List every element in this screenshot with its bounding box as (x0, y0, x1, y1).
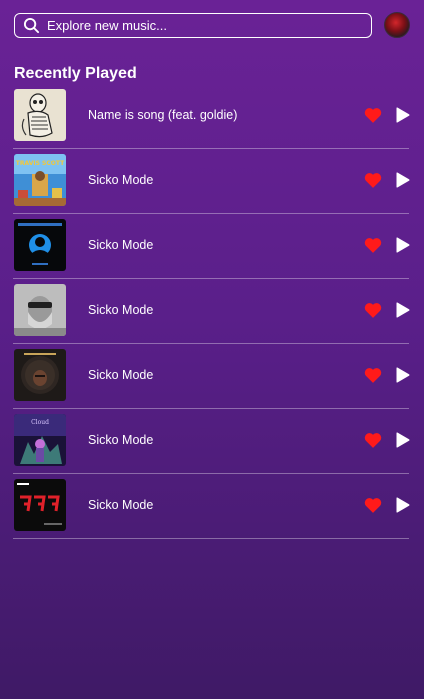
recently-played-list: Name is song (feat. goldie) TRAVIS SCOTT… (13, 84, 410, 539)
track-row[interactable]: TRAVIS SCOTT Sicko Mode (13, 149, 410, 214)
track-row[interactable]: Sicko Mode (13, 279, 410, 344)
heart-icon[interactable] (364, 432, 382, 448)
track-row[interactable]: Cloud Sicko Mode (13, 409, 410, 474)
heart-icon[interactable] (364, 237, 382, 253)
album-cover (14, 89, 66, 141)
track-title: Sicko Mode (88, 238, 154, 252)
track-title: Sicko Mode (88, 173, 154, 187)
track-title: Sicko Mode (88, 433, 154, 447)
album-cover (14, 284, 66, 336)
play-icon[interactable] (395, 172, 410, 188)
heart-icon[interactable] (364, 497, 382, 513)
svg-text:Cloud: Cloud (31, 419, 49, 426)
svg-text:TRAVIS SCOTT: TRAVIS SCOTT (16, 160, 65, 167)
section-title: Recently Played (14, 65, 137, 82)
heart-icon[interactable] (364, 172, 382, 188)
user-avatar[interactable] (384, 12, 410, 38)
track-row[interactable]: Sicko Mode (13, 214, 410, 279)
track-row[interactable]: Sicko Mode (13, 344, 410, 409)
heart-icon[interactable] (364, 302, 382, 318)
track-title: Sicko Mode (88, 498, 154, 512)
play-icon[interactable] (395, 367, 410, 383)
track-title: Sicko Mode (88, 368, 154, 382)
album-cover (14, 349, 66, 401)
track-row[interactable]: Name is song (feat. goldie) (13, 84, 410, 149)
album-cover: Cloud (14, 414, 66, 466)
search-input[interactable] (47, 18, 347, 33)
play-icon[interactable] (395, 237, 410, 253)
heart-icon[interactable] (364, 367, 382, 383)
play-icon[interactable] (395, 302, 410, 318)
track-title: Name is song (feat. goldie) (88, 108, 238, 122)
album-cover: TRAVIS SCOTT (14, 154, 66, 206)
top-bar (14, 12, 410, 40)
heart-icon[interactable] (364, 107, 382, 123)
track-title: Sicko Mode (88, 303, 154, 317)
search-bar[interactable] (14, 13, 372, 38)
album-cover (14, 219, 66, 271)
play-icon[interactable] (395, 497, 410, 513)
play-icon[interactable] (395, 107, 410, 123)
play-icon[interactable] (395, 432, 410, 448)
album-cover (14, 479, 66, 531)
track-row[interactable]: Sicko Mode (13, 474, 410, 539)
search-icon (23, 17, 40, 34)
